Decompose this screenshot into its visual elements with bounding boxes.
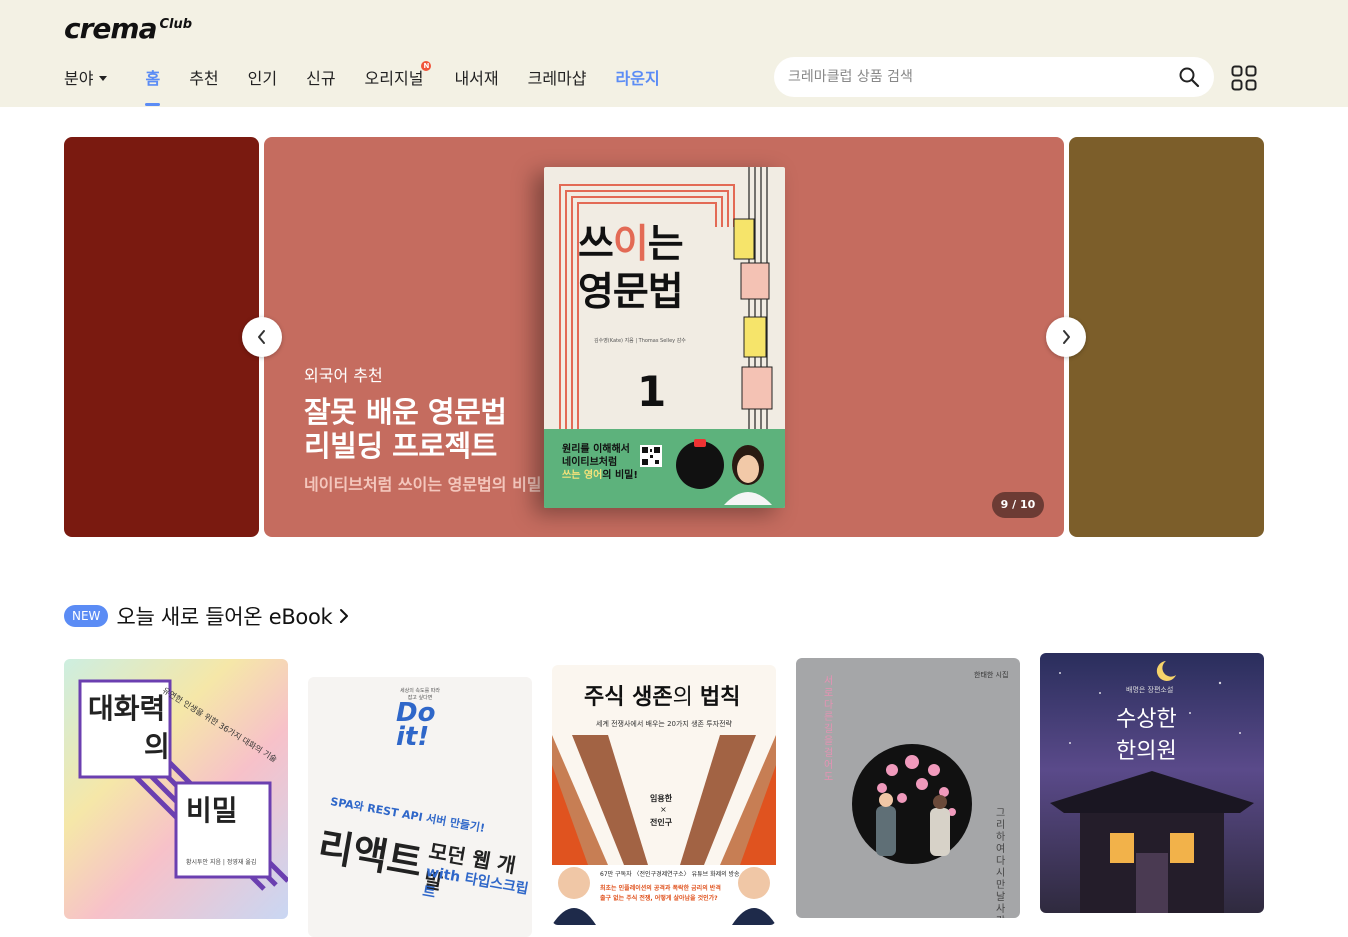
book-tagline-highlight: 쓰는 영어	[562, 470, 603, 481]
chevron-right-icon	[340, 609, 349, 623]
book5-title-b: 한의원	[1116, 739, 1177, 764]
crema-club-logo[interactable]: crema Club	[64, 12, 193, 45]
nav-home-label: 홈	[145, 69, 161, 88]
caret-down-icon	[99, 76, 108, 81]
book-title-line2: 영문법	[578, 270, 684, 315]
banner-book-cover: 쓰이는 영문법 김수영(Kate) 지음 | Thomas Selley 감수 …	[544, 167, 785, 508]
banner-carousel: 외국어 추천 잘못 배운 영문법 리빌딩 프로젝트 네이티브처럼 쓰이는 영문법…	[0, 137, 1348, 537]
book5-title-a: 수상한	[1116, 707, 1177, 732]
book1-title-c: 비밀	[186, 794, 238, 827]
banner-title-line1: 잘못 배운 영문법	[304, 395, 507, 429]
banner-title-line2: 리빌딩 프로젝트	[304, 429, 497, 463]
nav-lounge-label: 라운지	[615, 69, 660, 88]
nav-tab-recommend[interactable]: 추천	[189, 65, 218, 89]
book3-author1: 임용한	[650, 794, 673, 803]
book-cover-green-band: 원리를 이해해서 네이티브처럼 쓰는 영어의 비밀!	[544, 429, 785, 508]
carousel-prev-button[interactable]	[242, 317, 282, 357]
qr-code-icon	[640, 445, 662, 467]
book1-title-a: 대화력	[88, 692, 166, 725]
book-card[interactable]: 배명은 장편소설 수상한 한의원	[1040, 653, 1264, 913]
nav-shop-label: 크레마샵	[527, 69, 587, 88]
book3-x: ×	[660, 805, 667, 814]
current-banner-slide[interactable]: 외국어 추천 잘못 배운 영문법 리빌딩 프로젝트 네이티브처럼 쓰이는 영문법…	[264, 137, 1064, 537]
chevron-right-icon	[1063, 330, 1070, 344]
search-box	[774, 57, 1214, 97]
nav-tab-lounge[interactable]: 라운지	[616, 65, 660, 89]
book-card[interactable]: 세상의 속도를 따라잡고 싶다면 Do it! SPA와 REST API 서버…	[308, 677, 532, 937]
book-cover-tagline: 원리를 이해해서 네이티브처럼 쓰는 영어의 비밀!	[562, 443, 638, 482]
nav-tab-crema-shop[interactable]: 크레마샵	[528, 65, 587, 89]
book2-title: 리액트	[314, 823, 426, 886]
book3-author-photos	[552, 867, 776, 925]
book3-title: 주식 생존의 법칙	[584, 679, 740, 711]
book-title-char2: 이	[612, 222, 649, 267]
nav-recommend-label: 추천	[189, 69, 219, 88]
new-ebooks-list: 대화력 의 비밀 유연한 인생을 위한 36가지 대화의 기술 황시투안 지음 …	[64, 653, 1264, 937]
banner-category: 외국어 추천	[304, 366, 383, 385]
nav-tab-new[interactable]: 신규	[306, 65, 335, 89]
book3-title-c: 법칙	[699, 685, 741, 710]
previous-slide-preview[interactable]	[64, 137, 259, 537]
book4-title: 서로 다른 길을 걸어도	[824, 676, 834, 783]
book-tagline-rest: 의 비밀!	[602, 470, 638, 481]
logo-text: crema	[64, 12, 157, 45]
book-card[interactable]: 주식 생존의 법칙 세계 전쟁사에서 배우는 20가지 생존 투자전략 임용한 …	[552, 665, 776, 925]
top-header: crema Club 분야 홈 추천 인기 신규 오리지널 N 내서재 크레마샵…	[0, 0, 1348, 107]
grid-icon[interactable]	[1231, 65, 1257, 91]
logo-sub-text: Club	[159, 17, 193, 32]
book-cover-volume: 1	[637, 367, 667, 416]
carousel-next-button[interactable]	[1046, 317, 1086, 357]
book1-author: 황시투안 지음 | 정영재 옮김	[186, 859, 257, 866]
nav-tab-library[interactable]: 내서재	[454, 65, 498, 89]
book1-title-b: 의	[144, 730, 170, 763]
section-title: 오늘 새로 들어온 eBook	[116, 605, 333, 629]
nav-tab-original[interactable]: 오리지널 N	[364, 61, 432, 89]
banner-subtitle: 네이티브처럼 쓰이는 영문법의 비밀	[304, 475, 542, 494]
book4-illustration	[852, 744, 972, 864]
nav-category-dropdown[interactable]: 분야	[64, 65, 108, 89]
nav-tab-home[interactable]: 홈	[145, 65, 161, 106]
book-cover-author: 김수영(Kate) 지음 | Thomas Selley 감수	[594, 338, 686, 344]
book-tagline-line2: 네이티브처럼	[562, 457, 618, 468]
book-card[interactable]: 대화력 의 비밀 유연한 인생을 위한 36가지 대화의 기술 황시투안 지음 …	[64, 659, 288, 919]
nav-library-label: 내서재	[454, 69, 499, 88]
nav-category-label: 분야	[64, 69, 94, 88]
new-badge: NEW	[64, 605, 109, 627]
nav-new-label: 신규	[306, 69, 336, 88]
book-cover-title: 쓰이는 영문법	[578, 221, 684, 317]
next-slide-preview[interactable]	[1069, 137, 1264, 537]
search-icon[interactable]	[1178, 66, 1200, 88]
book-tagline-line1: 원리를 이해해서	[562, 444, 630, 455]
main-nav: 분야 홈 추천 인기 신규 오리지널 N 내서재 크레마샵 라운지	[64, 61, 660, 106]
chevron-left-icon	[258, 330, 265, 344]
nav-original-label: 오리지널	[364, 69, 424, 88]
book3-subtitle: 세계 전쟁사에서 배우는 20가지 생존 투자전략	[596, 720, 732, 728]
new-badge-icon: N	[421, 61, 432, 71]
active-tab-indicator	[145, 103, 161, 106]
banner-title: 잘못 배운 영문법 리빌딩 프로젝트	[304, 395, 507, 463]
book2-brand: Do it!	[396, 698, 436, 752]
book3-author2: 전인구	[650, 818, 673, 827]
book3-title-b: 의	[672, 685, 700, 710]
book3-title-a: 주식 생존	[584, 685, 673, 710]
author-photo-graphic	[676, 439, 772, 505]
book5-subtitle: 배명은 장편소설	[1126, 686, 1174, 694]
book4-author: 한태한 시집	[974, 671, 1009, 679]
search-input[interactable]	[788, 57, 1168, 97]
slide-counter: 9 / 10	[992, 492, 1044, 518]
new-ebooks-section-link[interactable]: NEW 오늘 새로 들어온 eBook	[64, 603, 350, 629]
book-title-char1: 쓰	[578, 222, 614, 267]
nav-popular-label: 인기	[247, 69, 278, 88]
nav-tab-popular[interactable]: 인기	[248, 65, 277, 89]
book-title-char3: 는	[647, 222, 684, 267]
book-card[interactable]: 한태한 시집 서로 다른 길을 걸어도 그리하여 다시 만날 사랑	[796, 658, 1020, 918]
